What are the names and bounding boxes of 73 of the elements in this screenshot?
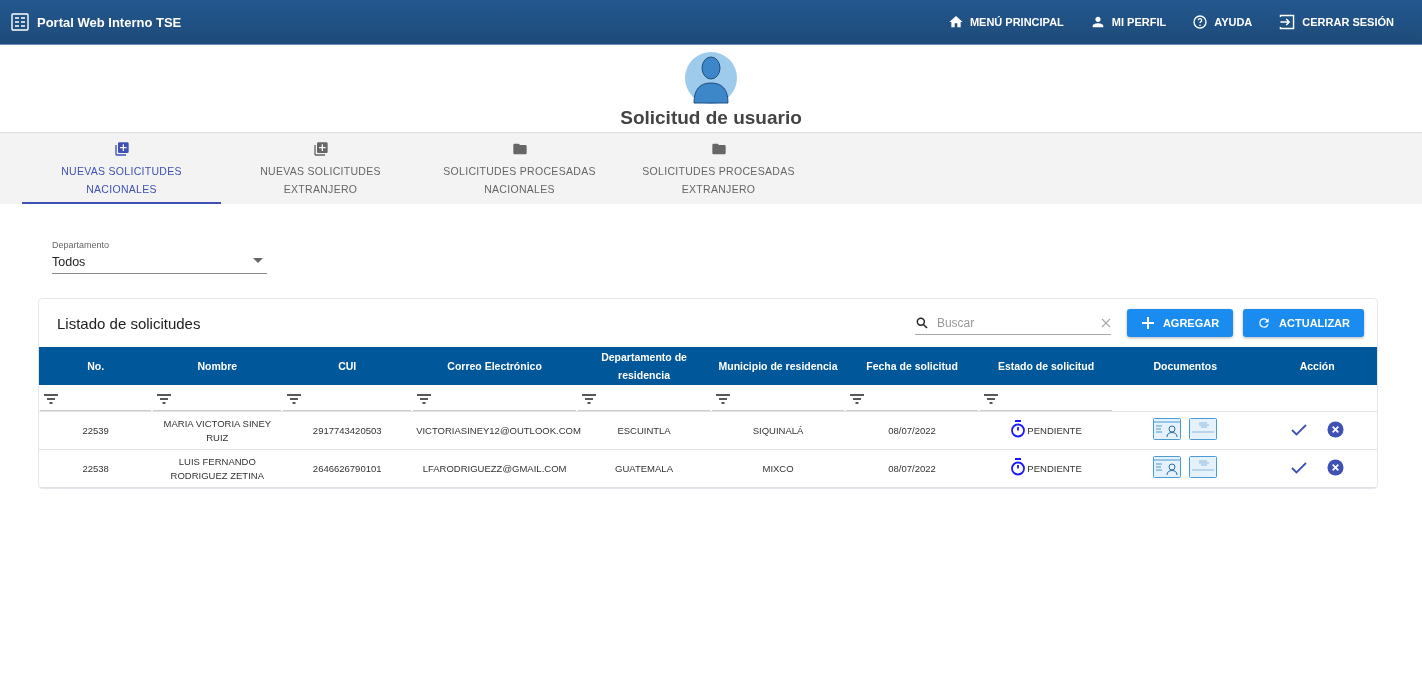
nav-link[interactable]: MI PERFIL (1089, 14, 1167, 30)
help-icon (1192, 14, 1209, 30)
column-header: Fecha de solicitud (845, 347, 980, 385)
add-library-icon (113, 141, 130, 157)
id-card-icon[interactable] (1153, 417, 1182, 440)
table-cell: VICTORIASINEY12@OUTLOOK.COM (416, 424, 581, 436)
id-card-back-icon[interactable] (1189, 455, 1218, 478)
table-cell: 08/07/2022 (888, 424, 936, 436)
filter-icon (716, 393, 731, 404)
approve-check-icon[interactable] (1290, 461, 1307, 474)
table-cell: 2646626790101 (312, 462, 382, 474)
reject-icon[interactable] (1326, 459, 1344, 477)
table-cell: MARIA VICTORIA SINEY RUIZ (163, 417, 272, 443)
table-cell: 2917743420503 (312, 424, 382, 436)
refresh-button[interactable]: ACTUALIZAR (1243, 309, 1364, 337)
home-icon (947, 14, 964, 30)
folder-icon (511, 141, 528, 157)
app-title: Portal Web Interno TSE (37, 14, 182, 30)
page-title: Solicitud de usuario (620, 107, 802, 129)
column-header: CUI (282, 347, 413, 385)
status-cell: PENDIENTE (1010, 419, 1082, 438)
department-select[interactable]: Departamento Todos (52, 240, 267, 274)
reject-icon[interactable] (1326, 421, 1344, 439)
folder-icon (710, 141, 727, 157)
add-library-icon (312, 141, 329, 157)
filter-icon (157, 393, 172, 404)
list-title: Listado de solicitudes (57, 314, 202, 332)
filter-icon (44, 393, 58, 404)
filter-icon (417, 393, 432, 404)
tab[interactable]: SOLICITUDES PROCESADAS EXTRANJERO (619, 133, 818, 204)
refresh-icon (1257, 316, 1272, 330)
plus-icon (1140, 316, 1155, 330)
id-card-icon[interactable] (1153, 455, 1182, 478)
logout-icon (1278, 14, 1297, 30)
nav-link[interactable]: AYUDA (1192, 14, 1253, 30)
table-cell: 22538 (82, 462, 109, 474)
stopwatch-icon (1010, 457, 1027, 476)
logo-icon (10, 12, 30, 32)
column-header: Nombre (152, 347, 283, 385)
filter-icon (984, 393, 999, 404)
tab[interactable]: NUEVAS SOLICITUDES NACIONALES (22, 133, 221, 204)
nav-link[interactable]: CERRAR SESIÓN (1278, 14, 1394, 30)
column-header: Departamento de residencia (577, 347, 712, 385)
caret-icon (253, 258, 263, 263)
add-button[interactable]: AGREGAR (1126, 309, 1234, 337)
tab[interactable]: SOLICITUDES PROCESADAS NACIONALES (420, 133, 619, 204)
id-card-back-icon[interactable] (1189, 417, 1218, 440)
column-header: Estado de solicitud (979, 347, 1114, 385)
filter-icon (287, 393, 302, 404)
approve-check-icon[interactable] (1290, 423, 1307, 436)
nav-link[interactable]: MENÚ PRINCIPAL (947, 14, 1064, 30)
table-cell: 08/07/2022 (888, 462, 936, 474)
table-cell: GUATEMALA (615, 462, 673, 474)
clear-icon[interactable] (1100, 317, 1111, 328)
table-cell: ESCUINTLA (617, 424, 671, 436)
table-cell: MIXCO (762, 462, 794, 474)
column-header: Documentos (1113, 347, 1258, 385)
search-icon (914, 315, 929, 330)
column-header: Municipio de residencia (711, 347, 846, 385)
filter-icon (582, 393, 597, 404)
avatar-icon (684, 51, 738, 105)
status-cell: PENDIENTE (1010, 457, 1082, 476)
filter-icon (850, 393, 865, 404)
search-field[interactable]: Buscar (934, 314, 1095, 331)
column-header: Correo Electrónico (412, 347, 578, 385)
table-cell: 22539 (82, 424, 109, 436)
tab[interactable]: NUEVAS SOLICITUDES EXTRANJERO (221, 133, 420, 204)
column-header: Acción (1257, 347, 1377, 385)
column-header: No. (39, 347, 153, 385)
table-cell: LUIS FERNANDO RODRIGUEZ ZETINA (170, 455, 264, 481)
table-cell: LFARODRIGUEZZ@GMAIL.COM (422, 462, 567, 474)
table-cell: SIQUINALÁ (752, 424, 804, 436)
stopwatch-icon (1010, 419, 1027, 438)
